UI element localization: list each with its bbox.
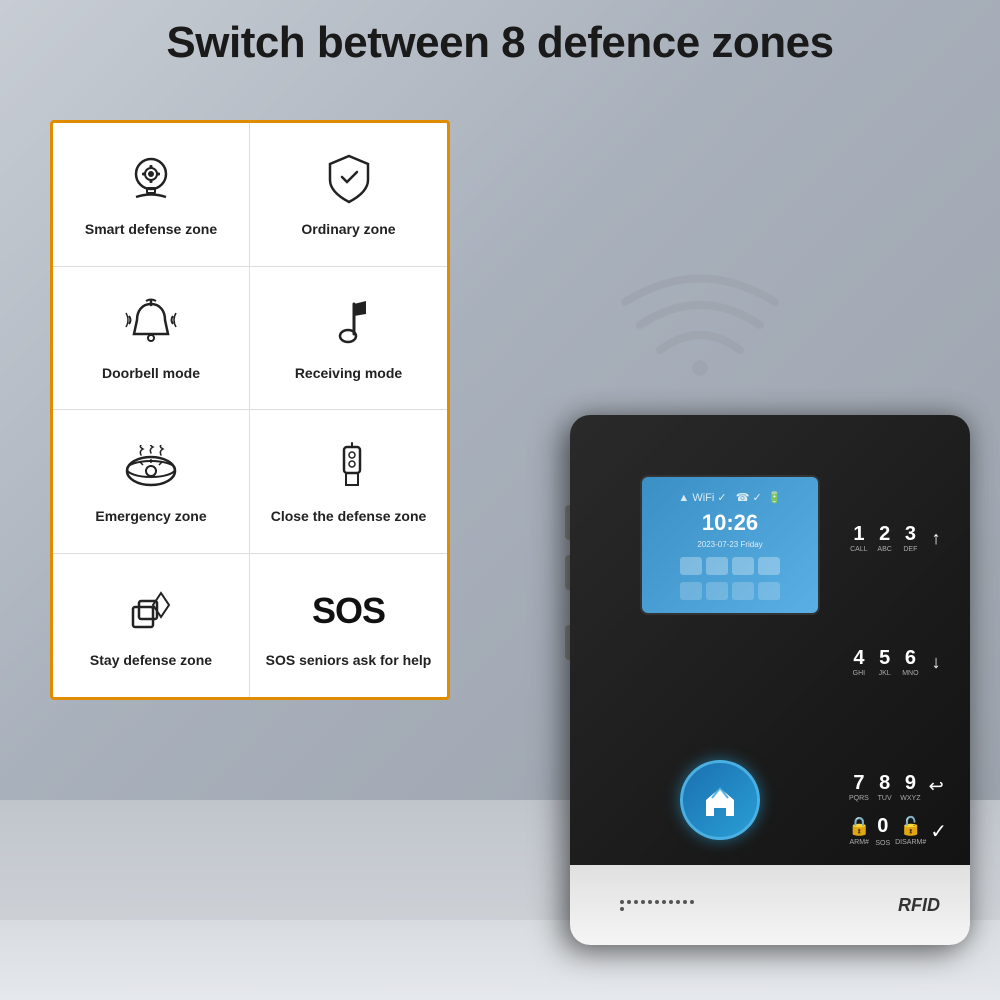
- key-up[interactable]: ↑: [925, 478, 947, 598]
- key-3[interactable]: 3 DEF: [900, 478, 922, 598]
- smoke-detector-icon: [121, 437, 181, 497]
- page-title: Switch between 8 defence zones: [0, 18, 1000, 68]
- screen-date: 2023-07-23 Friday: [697, 540, 762, 549]
- alarm-device: ▲ WiFi ✓ ☎ ✓ 🔋 10:26 2023-07-23 Friday: [540, 385, 970, 945]
- zone-close-defense: Close the defense zone: [250, 410, 447, 554]
- zone-ordinary: Ordinary zone: [250, 123, 447, 267]
- key-confirm[interactable]: ✓: [930, 815, 947, 847]
- zone-sos-label: SOS seniors ask for help: [266, 651, 432, 669]
- wifi-signal-graphic: [620, 260, 780, 380]
- zone-smart-defense-label: Smart defense zone: [85, 220, 217, 238]
- zone-stay-defense: Stay defense zone: [53, 554, 250, 698]
- key-0-sos[interactable]: 0 SOS: [874, 815, 891, 847]
- key-1[interactable]: 1 CALL: [848, 478, 870, 598]
- home-button[interactable]: [680, 760, 760, 840]
- brain-gear-icon: [121, 150, 181, 210]
- zone-doorbell: Doorbell mode: [53, 267, 250, 411]
- shapes-icon: [121, 581, 181, 641]
- device-bottom-strip: RFID: [570, 865, 970, 945]
- screen-clock: 10:26: [702, 510, 758, 536]
- music-note-icon: [319, 294, 379, 354]
- zone-doorbell-label: Doorbell mode: [102, 364, 200, 382]
- device-screen: ▲ WiFi ✓ ☎ ✓ 🔋 10:26 2023-07-23 Friday: [640, 475, 820, 615]
- zone-receiving-label: Receiving mode: [295, 364, 402, 382]
- keypad: 1 CALL 2 ABC 3 DEF ↑ 4 GHI 5 JKL: [840, 470, 955, 855]
- sos-icon: SOS: [319, 581, 379, 641]
- zone-close-defense-label: Close the defense zone: [271, 507, 427, 525]
- key-icon: [319, 437, 379, 497]
- key-5[interactable]: 5 JKL: [874, 602, 896, 722]
- key-disarm[interactable]: 🔓 DISARM#: [895, 815, 926, 847]
- zone-receiving: Receiving mode: [250, 267, 447, 411]
- rfid-label: RFID: [898, 895, 940, 916]
- key-arm[interactable]: 🔒 ARM#: [848, 815, 870, 847]
- zone-emergency-label: Emergency zone: [95, 507, 206, 525]
- zone-stay-defense-label: Stay defense zone: [90, 651, 212, 669]
- key-4[interactable]: 4 GHI: [848, 602, 870, 722]
- info-card: Smart defense zone Ordinary zone: [50, 120, 450, 700]
- zone-sos: SOS SOS seniors ask for help: [250, 554, 447, 698]
- key-down[interactable]: ↓: [925, 602, 947, 722]
- zone-ordinary-label: Ordinary zone: [301, 220, 395, 238]
- title-area: Switch between 8 defence zones: [0, 18, 1000, 68]
- screen-status-bar: ▲ WiFi ✓ ☎ ✓ 🔋: [678, 491, 781, 504]
- zone-emergency: Emergency zone: [53, 410, 250, 554]
- special-keys-row: 🔒 ARM# 0 SOS 🔓 DISARM# ✓: [840, 815, 955, 847]
- zone-smart-defense: Smart defense zone: [53, 123, 250, 267]
- bell-icon: [121, 294, 181, 354]
- shield-icon: [319, 150, 379, 210]
- key-2[interactable]: 2 ABC: [874, 478, 896, 598]
- key-6[interactable]: 6 MNO: [900, 602, 922, 722]
